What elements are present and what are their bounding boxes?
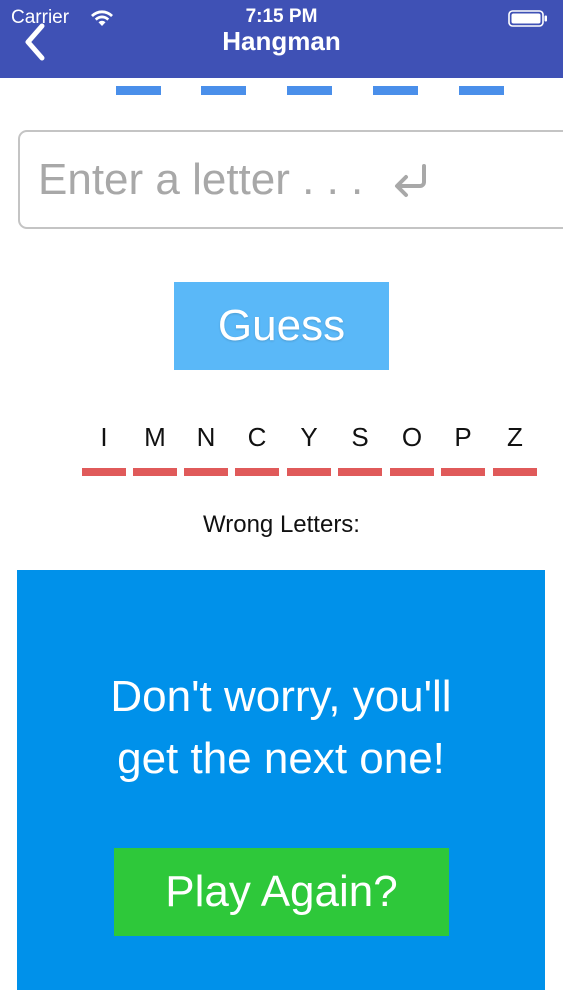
- guessed-letter-underline: [184, 468, 228, 476]
- game-over-message-line-1: Don't worry, you'll: [110, 672, 452, 721]
- battery-icon: [508, 10, 547, 27]
- guessed-letter: N: [196, 422, 216, 452]
- word-blank: [116, 86, 161, 95]
- guessed-letter-underline: [287, 468, 331, 476]
- page-title: Hangman: [222, 26, 341, 56]
- guessed-letter-underline: [338, 468, 382, 476]
- word-blank: [373, 86, 418, 95]
- status-time: 7:15 PM: [245, 6, 318, 27]
- guessed-letter-cell: S: [338, 420, 382, 480]
- guessed-letter: Z: [507, 422, 523, 452]
- guessed-letter-cell: O: [390, 420, 434, 480]
- word-blank: [287, 86, 332, 95]
- word-blanks: [0, 86, 563, 96]
- guessed-letter-cell: M: [133, 420, 177, 480]
- word-blank: [201, 86, 246, 95]
- wrong-letters-label: Wrong Letters:: [203, 511, 360, 538]
- guessed-letter-cell: P: [441, 420, 485, 480]
- guessed-letter-cell: Y: [287, 420, 331, 480]
- guessed-letter-cell: N: [184, 420, 228, 480]
- hangman-screen: Carrier 7:15 PM Hangman Guess: [0, 0, 563, 1000]
- navigation-bar: Carrier 7:15 PM Hangman: [0, 0, 563, 78]
- guessed-letter: O: [401, 422, 423, 452]
- guessed-letter-underline: [82, 468, 126, 476]
- guessed-letter-cell: Z: [493, 420, 537, 480]
- play-again-button[interactable]: Play Again?: [114, 848, 449, 936]
- guessed-letter: M: [144, 422, 166, 452]
- guessed-letter-underline: [235, 468, 279, 476]
- guessed-letter: I: [100, 422, 108, 452]
- game-over-panel: Don't worry, you'll get the next one! Pl…: [17, 570, 545, 990]
- guessed-letter-cell: C: [235, 420, 279, 480]
- game-over-message-line-2: get the next one!: [117, 734, 445, 783]
- guessed-letter-cell: I: [82, 420, 126, 480]
- guess-button[interactable]: Guess: [174, 282, 389, 370]
- guessed-letter: P: [454, 422, 472, 452]
- return-key-icon: [395, 164, 426, 197]
- guessed-letters-row: I M N C Y S O P Z: [80, 420, 540, 480]
- guessed-letter: S: [351, 422, 369, 452]
- guessed-letter-underline: [390, 468, 434, 476]
- guessed-letter: Y: [300, 422, 318, 452]
- guessed-letter-underline: [441, 468, 485, 476]
- word-blank: [459, 86, 504, 95]
- letter-input[interactable]: [18, 130, 563, 229]
- guessed-letter-underline: [133, 468, 177, 476]
- guessed-letter-underline: [493, 468, 537, 476]
- guessed-letter: C: [247, 422, 267, 452]
- game-over-message: Don't worry, you'll get the next one!: [17, 666, 545, 790]
